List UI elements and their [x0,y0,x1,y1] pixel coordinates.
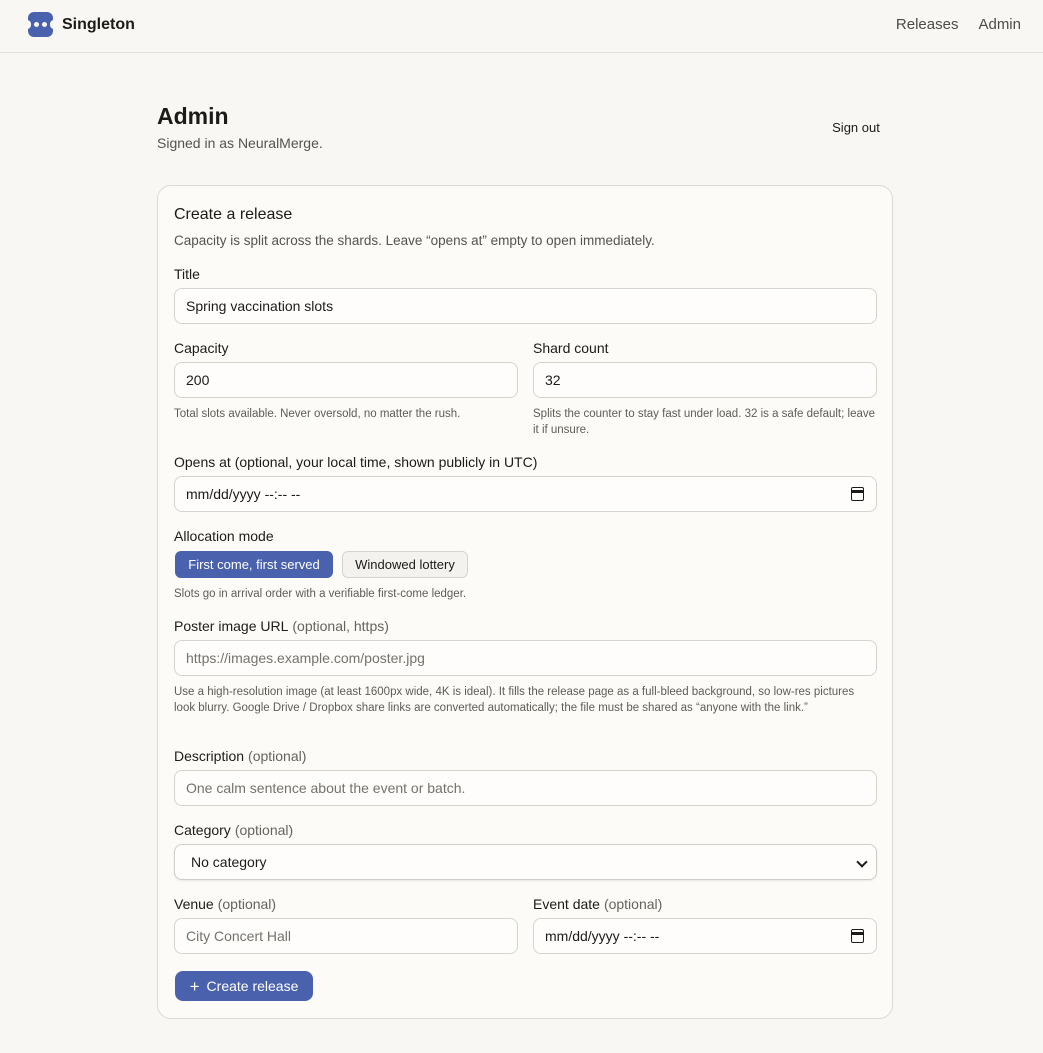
capacity-input-value: 200 [186,372,210,388]
opens-at-input[interactable]: mm/dd/yyyy --:-- -- [174,476,877,512]
category-select[interactable]: No category [174,844,877,880]
description-optional: (optional) [248,748,307,764]
category-optional: (optional) [234,822,294,838]
description-label-text: Description [174,748,245,764]
poster-label: Poster image URL (optional, https) [174,618,389,634]
description-placeholder: One calm sentence about the event or bat… [186,780,466,796]
event-date-input[interactable]: mm/dd/yyyy --:-- -- [533,918,877,954]
brand[interactable]: Singleton [27,12,135,37]
opens-at-label: Opens at (optional, your local time, sho… [174,454,538,470]
venue-input[interactable]: City Concert Hall [174,918,518,954]
category-label: Category (optional) [174,822,293,838]
event-date-placeholder: mm/dd/yyyy --:-- -- [545,928,660,944]
title-input[interactable]: Spring vaccination slots [174,288,877,324]
venue-label: Venue (optional) [174,896,276,912]
chevron-down-icon [856,856,868,868]
category-label-text: Category [174,822,231,838]
event-date-label: Event date (optional) [533,896,662,912]
sign-out-button[interactable]: Sign out [820,116,892,138]
poster-url-input[interactable]: https://images.example.com/poster.jpg [174,640,877,676]
title-label: Title [174,266,200,282]
venue-placeholder: City Concert Hall [186,928,292,944]
description-input[interactable]: One calm sentence about the event or bat… [174,770,877,806]
venue-optional: (optional) [217,896,277,912]
calendar-icon[interactable] [851,929,864,943]
event-date-label-text: Event date [533,896,600,912]
venue-label-text: Venue [174,896,214,912]
poster-url-placeholder: https://images.example.com/poster.jpg [186,650,425,666]
top-navbar: Singleton Releases Admin [0,0,1043,53]
poster-label-text: Poster image URL [174,618,289,634]
allocation-mode-label: Allocation mode [174,528,274,544]
create-release-label: Create release [206,978,299,994]
brand-logo-icon [27,12,54,37]
shard-count-input-value: 32 [545,372,561,388]
opens-at-placeholder: mm/dd/yyyy --:-- -- [186,486,301,502]
nav-link-releases[interactable]: Releases [896,16,959,33]
capacity-input[interactable]: 200 [174,362,518,398]
poster-optional: (optional, https) [292,618,389,634]
shard-count-help: Splits the counter to stay fast under lo… [533,408,876,436]
poster-help: Use a high-resolution image (at least 16… [174,686,855,714]
nav-links: Releases Admin [896,16,1021,33]
card-description: Capacity is split across the shards. Lea… [174,233,655,248]
event-date-optional: (optional) [603,896,663,912]
capacity-help: Total slots available. Never oversold, n… [174,408,461,420]
calendar-icon[interactable] [851,487,864,501]
allocation-fcfs-button[interactable]: First come, first served [175,551,333,578]
category-select-value: No category [191,854,267,870]
create-release-card: Create a release Capacity is split acros… [157,185,893,1019]
brand-name: Singleton [62,15,135,33]
title-input-value: Spring vaccination slots [186,298,334,314]
allocation-lottery-button[interactable]: Windowed lottery [342,551,468,578]
capacity-label: Capacity [174,340,229,356]
page-title: Admin [157,103,229,129]
card-title: Create a release [174,206,293,223]
create-release-button[interactable]: + Create release [175,971,313,1001]
allocation-help: Slots go in arrival order with a verifia… [174,588,467,600]
shard-count-label: Shard count [533,340,609,356]
description-label: Description (optional) [174,748,306,764]
shard-count-input[interactable]: 32 [533,362,877,398]
nav-link-admin[interactable]: Admin [978,16,1021,33]
plus-icon: + [189,976,200,996]
signed-in-text: Signed in as NeuralMerge. [157,135,323,151]
